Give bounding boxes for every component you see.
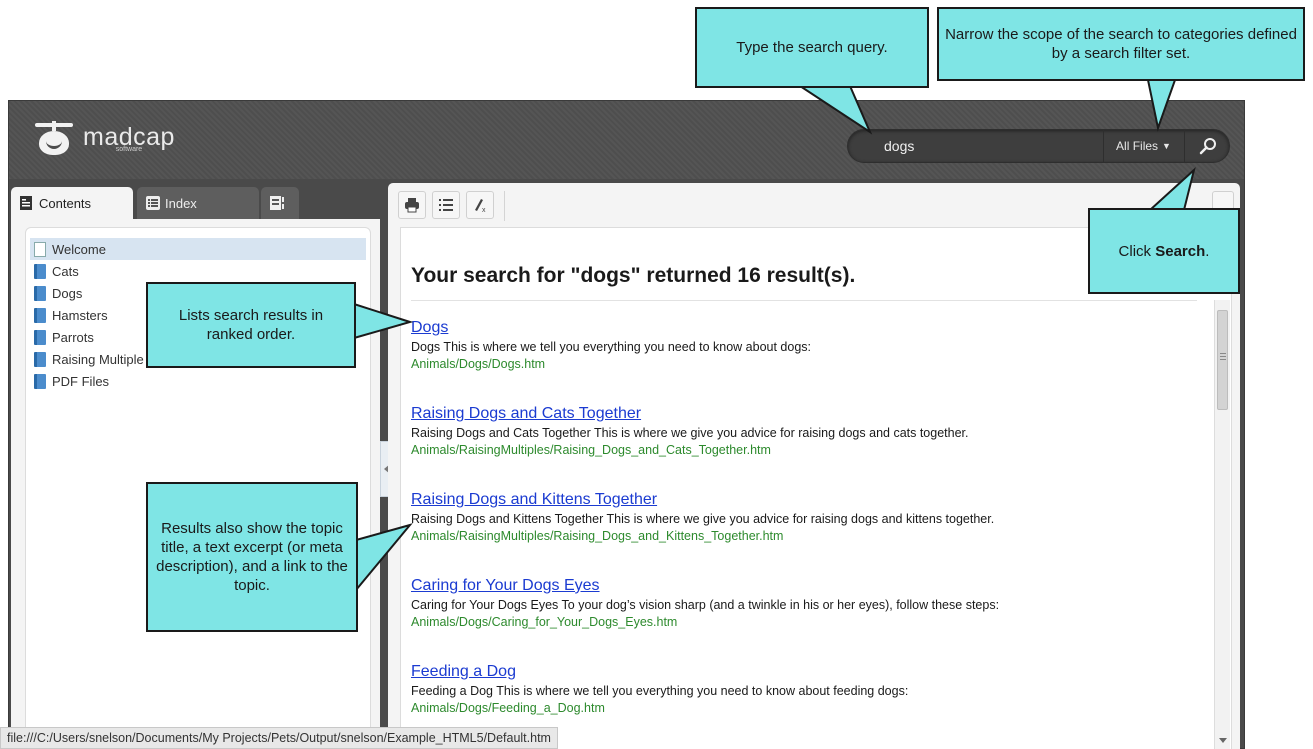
madcap-logo[interactable]: madcap software — [35, 121, 175, 157]
toc-item-cats[interactable]: Cats — [30, 260, 366, 282]
header-bar: madcap software dogs All Files ▼ — [9, 101, 1244, 179]
result-excerpt: Dogs This is where we tell you everythin… — [411, 340, 811, 354]
results-list: Dogs Dogs This is where we tell you ever… — [411, 318, 1201, 748]
result-title-link[interactable]: Raising Dogs and Cats Together — [411, 404, 1201, 424]
search-results-pane: Your search for "dogs" returned 16 resul… — [400, 227, 1232, 749]
browser-status-bar: file:///C:/Users/snelson/Documents/My Pr… — [0, 727, 558, 749]
divider — [411, 300, 1197, 301]
callout-ranked-results: Lists search results in ranked order. — [146, 282, 356, 368]
result-url: Animals/RaisingMultiples/Raising_Dogs_an… — [411, 529, 784, 543]
toc-item-label: Hamsters — [52, 307, 108, 323]
help-system-window: madcap software dogs All Files ▼ Content… — [8, 100, 1245, 749]
result-excerpt: Raising Dogs and Kittens Together This i… — [411, 512, 995, 526]
print-icon — [405, 198, 419, 213]
results-heading: Your search for "dogs" returned 16 resul… — [411, 264, 856, 287]
svg-text:x: x — [482, 207, 486, 213]
callout-search-query: Type the search query. — [695, 7, 929, 88]
book-icon — [34, 307, 46, 323]
toc-item-label: Dogs — [52, 285, 83, 301]
list-item: Dogs Dogs This is where we tell you ever… — [411, 318, 1201, 404]
callout-result-details: Results also show the topic title, a tex… — [146, 482, 358, 632]
result-url: Animals/Dogs/Caring_for_Your_Dogs_Eyes.h… — [411, 615, 678, 629]
list-item: Raising Dogs and Cats Together Raising D… — [411, 404, 1201, 490]
toc-item-label: Cats — [52, 263, 79, 279]
list-item: Caring for Your Dogs Eyes Caring for You… — [411, 576, 1201, 662]
tab-glossary[interactable] — [261, 187, 299, 219]
screenshot-stage: madcap software dogs All Files ▼ Content… — [0, 0, 1313, 749]
tab-contents-label: Contents — [39, 195, 92, 211]
toc-item-pdf-files[interactable]: PDF Files — [30, 370, 366, 392]
dropdown-arrow-icon: ▼ — [1162, 141, 1171, 151]
result-url: Animals/Dogs/Dogs.htm — [411, 357, 546, 371]
contents-icon — [19, 195, 33, 211]
result-excerpt: Raising Dogs and Cats Together This is w… — [411, 426, 969, 440]
callout-search-button-suffix: . — [1205, 242, 1210, 260]
result-excerpt: Feeding a Dog This is where we tell you … — [411, 684, 909, 698]
search-icon — [1199, 138, 1216, 155]
result-title-link[interactable]: Dogs — [411, 318, 1201, 338]
callout-search-button-prefix: Click — [1118, 242, 1152, 260]
list-icon — [439, 199, 453, 211]
callout-search-button: Click Search. — [1088, 208, 1240, 294]
show-toc-button[interactable] — [432, 191, 460, 219]
toc-item-label: Parrots — [52, 329, 94, 345]
scroll-down-icon[interactable] — [1219, 738, 1227, 743]
tab-index-label: Index — [165, 195, 197, 211]
toc-item-label: Welcome — [52, 241, 106, 257]
result-excerpt: Caring for Your Dogs Eyes To your dog’s … — [411, 598, 1000, 612]
print-button[interactable] — [398, 191, 426, 219]
glossary-icon — [269, 195, 284, 211]
book-icon — [34, 351, 46, 367]
toc-item-label: PDF Files — [52, 373, 110, 389]
topic-toolbar: x — [398, 191, 505, 221]
result-title-link[interactable]: Caring for Your Dogs Eyes — [411, 576, 1201, 596]
scrollbar-thumb[interactable] — [1217, 310, 1228, 410]
callout-search-button-bold: Search — [1155, 242, 1206, 260]
list-item: Raising Dogs and Kittens Together Raisin… — [411, 490, 1201, 576]
search-button[interactable] — [1184, 130, 1230, 162]
remove-highlight-button[interactable]: x — [466, 191, 494, 219]
index-icon — [145, 195, 160, 211]
navigation-tabs: Contents Index — [9, 183, 379, 219]
tab-index[interactable]: Index — [137, 187, 259, 219]
result-title-link[interactable]: Feeding a Dog — [411, 662, 1201, 682]
result-title-link[interactable]: Raising Dogs and Kittens Together — [411, 490, 1201, 510]
book-icon — [34, 373, 46, 389]
logo-wordmark: madcap — [83, 122, 175, 151]
toolbar-divider — [504, 191, 505, 221]
book-icon — [34, 263, 46, 279]
tab-contents[interactable]: Contents — [11, 187, 133, 219]
search-input[interactable]: dogs — [884, 138, 914, 154]
madcap-logo-icon — [35, 121, 75, 157]
result-url: Animals/RaisingMultiples/Raising_Dogs_an… — [411, 443, 771, 457]
page-icon — [34, 241, 46, 257]
toc-item-welcome[interactable]: Welcome — [30, 238, 366, 260]
vertical-scrollbar[interactable] — [1214, 300, 1230, 749]
callout-search-filter: Narrow the scope of the search to catego… — [937, 7, 1305, 81]
clear-highlight-icon: x — [475, 199, 486, 213]
search-filter-label: All Files — [1116, 139, 1159, 153]
result-url: Animals/Dogs/Feeding_a_Dog.htm — [411, 701, 605, 715]
book-icon — [34, 329, 46, 345]
search-filter-dropdown[interactable]: All Files ▼ — [1103, 130, 1183, 162]
search-bar: dogs All Files ▼ — [847, 129, 1230, 163]
book-icon — [34, 285, 46, 301]
